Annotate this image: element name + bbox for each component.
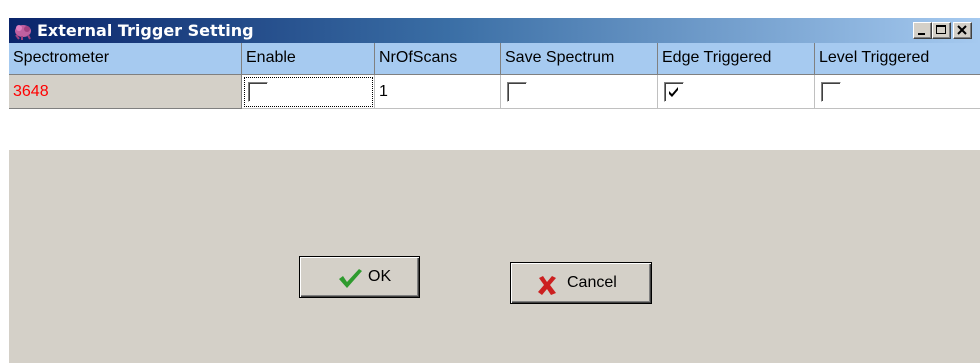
x-icon: [538, 276, 556, 295]
column-header-spectrometer[interactable]: Spectrometer: [9, 43, 242, 75]
ok-button-label: OK: [368, 268, 392, 285]
edge-triggered-checkbox[interactable]: [664, 82, 684, 102]
cancel-button[interactable]: Cancel: [510, 262, 652, 304]
ok-button[interactable]: OK: [299, 256, 420, 298]
column-header-label: Enable: [246, 49, 296, 66]
close-button[interactable]: [953, 22, 972, 39]
close-icon: [957, 25, 967, 35]
column-header-level-triggered[interactable]: Level Triggered: [815, 43, 980, 75]
column-header-label: Level Triggered: [819, 49, 930, 66]
cancel-button-label: Cancel: [567, 274, 617, 291]
column-header-label: Edge Triggered: [662, 49, 772, 66]
column-header-label: Save Spectrum: [505, 49, 615, 66]
enable-checkbox[interactable]: [248, 82, 268, 102]
minimize-button[interactable]: [913, 22, 932, 39]
column-header-save-spectrum[interactable]: Save Spectrum: [501, 43, 658, 75]
spectrometer-value: 3648: [13, 83, 49, 100]
title-bar[interactable]: External Trigger Setting: [9, 18, 980, 43]
minimize-icon: [918, 33, 925, 35]
column-header-label: NrOfScans: [379, 49, 458, 66]
app-icon: [15, 25, 31, 40]
maximize-icon: [936, 25, 946, 34]
cell-nrofscans[interactable]: 1: [375, 75, 501, 109]
checkmark-icon: [339, 269, 362, 288]
level-triggered-checkbox[interactable]: [821, 82, 841, 102]
cell-enable[interactable]: [242, 75, 375, 109]
cell-spectrometer[interactable]: 3648: [9, 75, 242, 109]
dialog-window: External Trigger Setting Spectrometer En…: [8, 17, 980, 363]
window-title: External Trigger Setting: [37, 21, 254, 40]
checkmark-icon: [669, 87, 678, 97]
nrofscans-value: 1: [379, 83, 388, 100]
trigger-settings-grid: Spectrometer Enable NrOfScans Save Spect…: [9, 43, 980, 150]
column-header-nrofscans[interactable]: NrOfScans: [375, 43, 501, 75]
column-header-enable[interactable]: Enable: [242, 43, 375, 75]
maximize-button[interactable]: [932, 22, 951, 39]
cell-edge-triggered[interactable]: [658, 75, 815, 109]
cell-save-spectrum[interactable]: [501, 75, 658, 109]
save-spectrum-checkbox[interactable]: [507, 82, 527, 102]
cell-level-triggered[interactable]: [815, 75, 980, 109]
column-header-label: Spectrometer: [13, 49, 110, 66]
column-header-edge-triggered[interactable]: Edge Triggered: [658, 43, 815, 75]
